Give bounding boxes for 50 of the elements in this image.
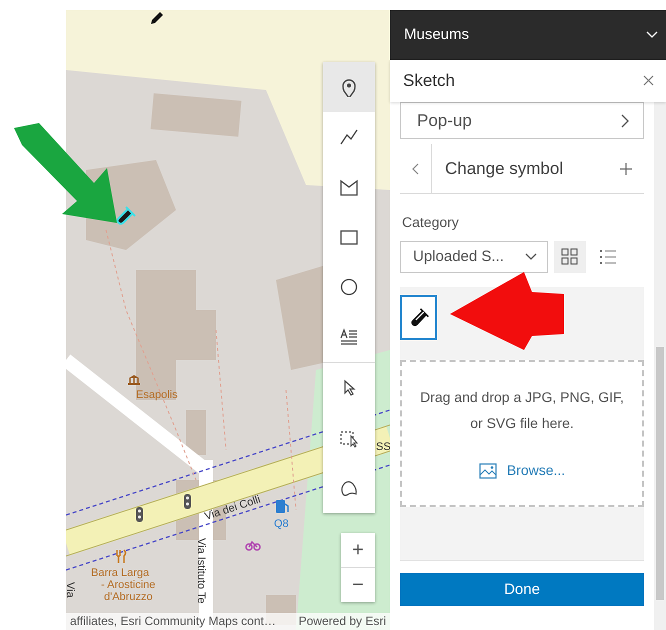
map-label: - Arosticine [101, 579, 156, 591]
drop-zone[interactable]: Drag and drop a JPG, PNG, GIF, or SVG file here. Browse... [400, 360, 644, 507]
grid-view-icon [561, 248, 579, 266]
polygon-icon [339, 177, 359, 197]
map-label: Barra Larga [91, 567, 150, 579]
browse-link[interactable]: Browse... [478, 460, 566, 481]
layer-title: Museums [404, 24, 470, 45]
category-label: Category [402, 213, 460, 232]
scrollbar[interactable] [654, 102, 666, 630]
category-dropdown[interactable]: Uploaded S... [400, 241, 548, 273]
polyline-icon [339, 127, 359, 147]
symbol-tile[interactable] [400, 295, 437, 340]
fuel-icon [276, 500, 289, 513]
zoom-out-button[interactable]: − [341, 568, 375, 602]
list-view-icon [599, 248, 617, 266]
map-label: SS [376, 441, 390, 453]
view-toggle[interactable] [554, 241, 586, 273]
powered-by-text: Powered by Esri [298, 613, 386, 630]
museum-icon [128, 375, 140, 385]
map-label: Via [66, 582, 76, 598]
map-label: Via dei Colli [203, 494, 262, 523]
close-icon [643, 75, 654, 86]
chevron-down-icon [646, 31, 658, 39]
popup-row[interactable]: Pop-up [400, 102, 644, 139]
image-icon [478, 462, 497, 478]
traffic-light-icon [136, 507, 143, 522]
plus-icon [620, 163, 632, 176]
done-button[interactable]: Done [400, 573, 644, 606]
text-icon [339, 327, 359, 347]
map-label: Esapolis [136, 389, 178, 401]
map-label: Via Istituto Te [195, 538, 207, 604]
lasso-icon [339, 478, 359, 498]
fork-knife-icon [116, 549, 126, 564]
tool-button[interactable] [323, 312, 375, 362]
chevron-left-icon [412, 163, 419, 176]
tool-button[interactable] [323, 62, 375, 112]
section-title: Change symbol [444, 158, 564, 180]
drop-instructions: Drag and drop a JPG, PNG, GIF, or SVG file here. [419, 388, 625, 433]
chevron-right-icon [621, 114, 629, 128]
map-label: d'Abruzzo [104, 591, 153, 603]
traffic-light-icon [184, 494, 191, 509]
circle-icon [339, 277, 359, 297]
panel-title: Sketch [403, 70, 455, 92]
chevron-down-icon [525, 253, 537, 261]
bicycle-icon [245, 540, 261, 551]
test-tube-icon [116, 206, 136, 225]
pen-icon [151, 12, 163, 24]
attribution-text: affiliates, Esri Community Maps cont… [70, 613, 276, 630]
map-label: Q8 [274, 518, 289, 530]
zoom-in-button[interactable]: + [341, 533, 375, 567]
